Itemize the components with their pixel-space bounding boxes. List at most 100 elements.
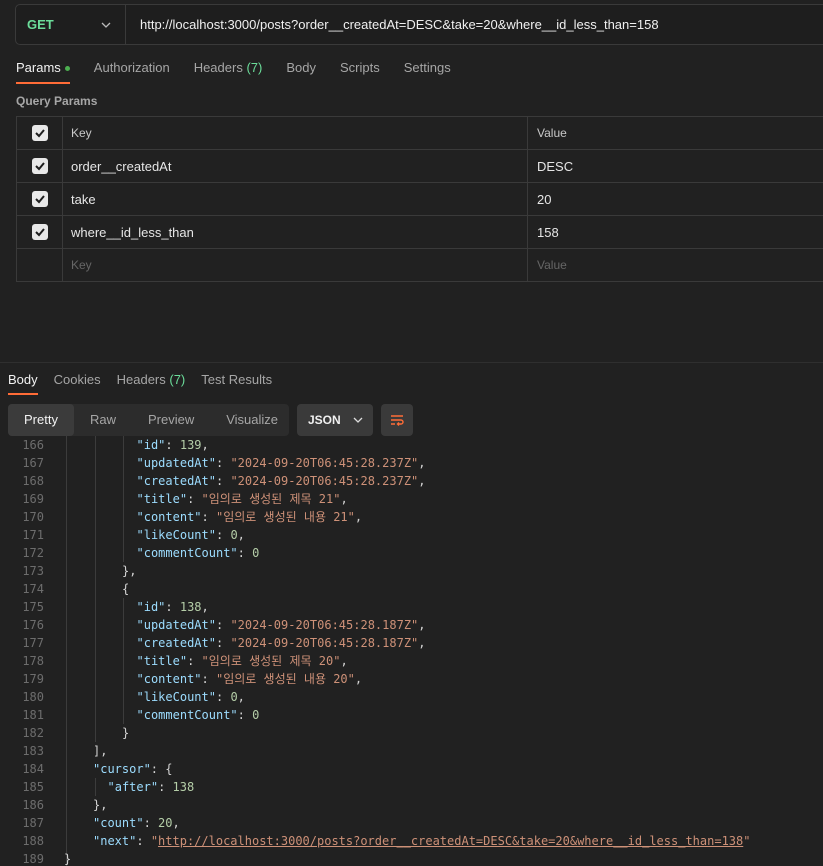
line-number: 189 <box>22 852 44 866</box>
code-text: "title": "임의로 생성된 제목 21", <box>137 490 348 508</box>
tab-response-body[interactable]: Body <box>8 370 38 395</box>
code-line: 167 "updatedAt": "2024-09-20T06:45:28.237… <box>0 454 823 472</box>
chevron-down-icon <box>353 417 363 423</box>
line-number: 167 <box>22 456 44 470</box>
method-label: GET <box>27 17 54 32</box>
tab-params[interactable]: Params <box>16 58 70 84</box>
code-text: "updatedAt": "2024-09-20T06:45:28.187Z", <box>137 616 426 634</box>
code-token: 0 <box>252 546 260 560</box>
code-token: "title" <box>136 654 188 668</box>
format-select[interactable]: JSON <box>297 404 373 436</box>
code-token: "2024-09-20T06:45:28.187Z" <box>230 636 419 650</box>
code-token: , <box>237 690 245 704</box>
tab-label: Headers <box>116 372 166 387</box>
wrap-lines-button[interactable] <box>381 404 413 436</box>
code-token: 20 <box>158 816 173 830</box>
active-dot-icon <box>64 66 70 72</box>
code-text: "content": "임의로 생성된 내용 21", <box>137 508 363 526</box>
code-line: 179 "content": "임의로 생성된 내용 20", <box>0 670 823 688</box>
tab-body[interactable]: Body <box>286 58 316 84</box>
response-body-code[interactable]: 166 "id": 139, 167 "updatedAt": "2024-09-20… <box>0 436 823 866</box>
line-number: 181 <box>22 708 44 722</box>
view-visualize-button[interactable]: Visualize <box>210 404 294 436</box>
view-raw-button[interactable]: Raw <box>74 404 132 436</box>
params-check-all-cell <box>17 117 63 149</box>
code-line: 186}, <box>0 796 823 814</box>
wrap-lines-icon <box>391 415 404 426</box>
code-token: , <box>172 816 180 830</box>
code-line: 175 "id": 138, <box>0 598 823 616</box>
code-text: "createdAt": "2024-09-20T06:45:28.237Z", <box>137 472 426 490</box>
check-icon <box>34 195 45 204</box>
tab-label: Settings <box>403 60 451 75</box>
method-select[interactable]: GET <box>16 5 126 44</box>
code-token: "2024-09-20T06:45:28.237Z" <box>230 456 419 470</box>
check-icon <box>34 162 45 171</box>
code-token: , <box>418 456 426 470</box>
url-input[interactable]: http://localhost:3000/posts?order__creat… <box>126 17 659 32</box>
line-number: 176 <box>22 618 44 632</box>
code-text: }, <box>122 562 136 580</box>
line-number: 184 <box>22 762 44 776</box>
param-key[interactable]: take <box>63 183 528 215</box>
code-token: : <box>237 546 253 560</box>
code-token: : <box>158 780 173 794</box>
line-number: 187 <box>22 816 44 830</box>
code-token: , <box>354 510 363 524</box>
code-text: "id": 138, <box>137 598 209 616</box>
code-token: "title" <box>136 492 188 506</box>
tab-headers[interactable]: Headers (7) <box>194 58 263 84</box>
code-token: }, <box>93 798 108 812</box>
tab-test-results[interactable]: Test Results <box>201 370 272 395</box>
code-token: " <box>743 834 751 848</box>
line-number: 173 <box>22 564 44 578</box>
param-checkbox[interactable] <box>31 224 48 240</box>
code-link[interactable]: http://localhost:3000/posts?order__creat… <box>158 834 743 848</box>
code-token: 0 <box>230 690 238 704</box>
param-value[interactable]: 158 <box>528 216 823 248</box>
code-line: 183], <box>0 742 823 760</box>
code-token: : <box>187 492 202 506</box>
line-number: 177 <box>22 636 44 650</box>
param-value[interactable]: 20 <box>528 183 823 215</box>
code-token: "cursor" <box>93 762 151 776</box>
tab-label: Params <box>16 60 61 75</box>
tab-cookies[interactable]: Cookies <box>54 370 101 395</box>
new-param-row: Key Value <box>17 249 823 282</box>
code-token: , <box>354 672 363 686</box>
param-value[interactable]: DESC <box>528 150 823 182</box>
param-checkbox[interactable] <box>31 191 48 207</box>
new-value-input[interactable]: Value <box>528 249 823 281</box>
code-token: "id" <box>136 438 166 452</box>
tab-label: Test Results <box>201 372 273 387</box>
code-text: ], <box>93 742 107 760</box>
code-line: 181 "commentCount": 0 <box>0 706 823 724</box>
code-token: "updatedAt" <box>136 618 216 632</box>
view-preview-button[interactable]: Preview <box>132 404 210 436</box>
request-tabs: Params Authorization Headers (7) Body Sc… <box>16 58 475 84</box>
view-pretty-button[interactable]: Pretty <box>8 404 74 436</box>
code-line: 187 "count": 20, <box>0 814 823 832</box>
line-number: 180 <box>22 690 44 704</box>
line-number: 174 <box>22 582 44 596</box>
tab-scripts[interactable]: Scripts <box>340 58 380 84</box>
tab-authorization[interactable]: Authorization <box>94 58 170 84</box>
chevron-down-icon <box>101 22 111 28</box>
param-checkbox[interactable] <box>31 158 48 174</box>
line-number: 169 <box>22 492 44 506</box>
code-token: "임의로 생성된 제목 21" <box>201 492 341 506</box>
code-token: 139 <box>179 438 202 452</box>
checkbox-all[interactable] <box>31 125 48 141</box>
table-row: take 20 <box>17 183 823 216</box>
param-key[interactable]: where__id_less_than <box>63 216 528 248</box>
pane-divider[interactable] <box>0 362 823 363</box>
code-token: : <box>201 510 216 524</box>
code-token: : <box>136 834 151 848</box>
tab-response-headers[interactable]: Headers (7) <box>117 370 186 395</box>
tab-settings[interactable]: Settings <box>404 58 451 84</box>
new-key-input[interactable]: Key <box>63 249 528 281</box>
line-number: 182 <box>22 726 44 740</box>
view-mode-group: Pretty Raw Preview Visualize <box>8 404 289 436</box>
param-key[interactable]: order__createdAt <box>63 150 528 182</box>
code-token: } <box>64 852 72 866</box>
